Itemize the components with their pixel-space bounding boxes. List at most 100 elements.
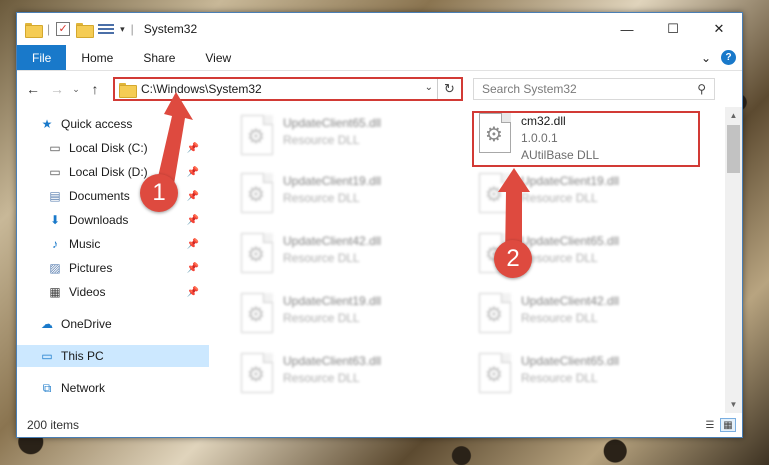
folder-icon	[119, 82, 137, 98]
navigation-pane: ★ Quick access ▭ Local Disk (C:) 📌 ▭ Loc…	[17, 107, 209, 413]
window-title: System32	[143, 22, 198, 36]
file-name: UpdateClient19.dll	[283, 174, 382, 188]
search-input[interactable]: Search System32	[482, 82, 577, 96]
status-bar: 200 items ☰ ▦	[17, 413, 742, 437]
tab-home[interactable]: Home	[66, 45, 128, 70]
sidebar-item-onedrive[interactable]: ☁ OneDrive	[17, 313, 209, 335]
up-button[interactable]: ↑	[83, 77, 107, 101]
forward-button[interactable]: →	[45, 77, 69, 101]
minimize-button[interactable]: —	[604, 13, 650, 45]
step-1-badge: 1	[140, 174, 178, 212]
close-button[interactable]: ✕	[696, 13, 742, 45]
address-path[interactable]: C:\Windows\System32	[141, 82, 262, 96]
file-item[interactable]: ⚙ UpdateClient19.dll Resource DLL	[475, 171, 705, 219]
tab-share[interactable]: Share	[128, 45, 190, 70]
pin-icon: 📌	[186, 166, 199, 178]
sidebar-item-music[interactable]: ♪ Music 📌	[17, 233, 209, 255]
address-dropdown-icon[interactable]: ⌄	[425, 82, 433, 93]
star-icon: ★	[41, 117, 53, 131]
pin-icon: 📌	[186, 238, 199, 250]
network-icon: ⧉	[42, 380, 52, 395]
sidebar-item-label: Music	[69, 237, 101, 251]
address-bar[interactable]: C:\Windows\System32 ⌄ ↻	[113, 77, 463, 101]
scroll-thumb[interactable]	[727, 125, 740, 173]
file-name: UpdateClient65.dll	[521, 354, 620, 368]
search-box[interactable]: Search System32 ⚲	[473, 78, 715, 100]
file-name: UpdateClient63.dll	[283, 354, 382, 368]
file-name: UpdateClient65.dll	[283, 116, 382, 130]
pin-icon: 📌	[186, 190, 199, 202]
documents-icon: ▤	[49, 189, 61, 203]
step-2-badge: 2	[494, 240, 532, 278]
file-type: Resource DLL	[283, 191, 360, 205]
sidebar-item-videos[interactable]: ▦ Videos 📌	[17, 281, 209, 303]
sidebar-item-network[interactable]: ⧉ Network	[17, 377, 209, 399]
file-item[interactable]: ⚙ UpdateClient65.dll Resource DLL	[237, 113, 467, 161]
maximize-button[interactable]: ☐	[650, 13, 696, 45]
recent-locations-button[interactable]: ⌄	[69, 77, 83, 101]
toolbar-separator: |	[130, 22, 134, 36]
music-icon: ♪	[52, 237, 58, 251]
back-button[interactable]: ←	[21, 77, 45, 101]
sidebar-item-label: Downloads	[69, 213, 129, 227]
sidebar-item-pictures[interactable]: ▨ Pictures 📌	[17, 257, 209, 279]
tab-file[interactable]: File	[17, 45, 67, 70]
pictures-icon: ▨	[49, 261, 61, 275]
sidebar-item-local-disk-d[interactable]: ▭ Local Disk (D:) 📌	[17, 161, 209, 183]
item-count: 200 items	[27, 418, 80, 432]
dll-file-icon: ⚙	[237, 231, 277, 277]
file-item[interactable]: ⚙ UpdateClient19.dll Resource DLL	[237, 171, 467, 219]
scroll-up-button[interactable]: ▲	[725, 107, 742, 124]
file-type: Resource DLL	[521, 371, 598, 385]
sidebar-item-quick-access[interactable]: ★ Quick access	[17, 113, 209, 135]
download-icon: ⬇	[49, 213, 61, 227]
dll-file-icon: ⚙	[475, 171, 515, 217]
dll-file-icon: ⚙	[237, 171, 277, 217]
refresh-button[interactable]: ↻	[437, 79, 461, 99]
file-item[interactable]: ⚙ UpdateClient63.dll Resource DLL	[237, 351, 467, 399]
file-name: UpdateClient42.dll	[283, 234, 382, 248]
video-icon: ▦	[49, 285, 61, 299]
search-icon: ⚲	[697, 82, 706, 96]
sidebar-item-downloads[interactable]: ⬇ Downloads 📌	[17, 209, 209, 231]
sidebar-item-label: Videos	[69, 285, 106, 299]
pin-icon: 📌	[186, 286, 199, 298]
sidebar-item-documents[interactable]: ▤ Documents 📌	[17, 185, 209, 207]
tiles-view-icon[interactable]: ▦	[720, 418, 736, 432]
dll-file-icon: ⚙	[237, 351, 277, 397]
file-name: UpdateClient42.dll	[521, 294, 620, 308]
highlight-box	[472, 111, 700, 167]
file-type: Resource DLL	[521, 251, 598, 265]
drive-icon: ▭	[49, 165, 61, 179]
file-item[interactable]: ⚙ UpdateClient42.dll Resource DLL	[237, 231, 467, 279]
ribbon-tabs: File Home Share View ⌄ ?	[17, 45, 742, 71]
customize-toolbar-dropdown-icon[interactable]: ▾	[120, 24, 125, 35]
new-folder-icon[interactable]	[76, 22, 95, 38]
expand-ribbon-icon[interactable]: ⌄	[701, 51, 711, 65]
file-type: Resource DLL	[521, 191, 598, 205]
file-item[interactable]: ⚙ UpdateClient42.dll Resource DLL	[475, 291, 705, 339]
properties-check-icon[interactable]: ✓	[56, 22, 71, 36]
tab-view[interactable]: View	[190, 45, 246, 70]
properties-list-icon[interactable]	[98, 22, 115, 36]
details-view-icon[interactable]: ☰	[702, 418, 718, 432]
file-type: Resource DLL	[521, 311, 598, 325]
file-name: UpdateClient65.dll	[521, 234, 620, 248]
pin-icon: 📌	[186, 142, 199, 154]
pin-icon: 📌	[186, 262, 199, 274]
scroll-down-button[interactable]: ▼	[725, 396, 742, 413]
file-type: Resource DLL	[283, 251, 360, 265]
help-icon[interactable]: ?	[721, 50, 736, 65]
vertical-scrollbar[interactable]: ▲ ▼	[725, 107, 742, 413]
file-item[interactable]: ⚙ UpdateClient65.dll Resource DLL	[475, 351, 705, 399]
file-type: Resource DLL	[283, 371, 360, 385]
dll-file-icon: ⚙	[237, 291, 277, 337]
toolbar-separator: |	[47, 22, 51, 36]
sidebar-item-label: Local Disk (C:)	[69, 141, 148, 155]
dll-file-icon: ⚙	[237, 113, 277, 159]
file-item[interactable]: ⚙ UpdateClient19.dll Resource DLL	[237, 291, 467, 339]
sidebar-item-local-disk-c[interactable]: ▭ Local Disk (C:) 📌	[17, 137, 209, 159]
sidebar-item-this-pc[interactable]: ▭ This PC	[17, 345, 209, 367]
sidebar-item-label: Quick access	[61, 117, 133, 131]
drive-icon: ▭	[49, 141, 61, 155]
